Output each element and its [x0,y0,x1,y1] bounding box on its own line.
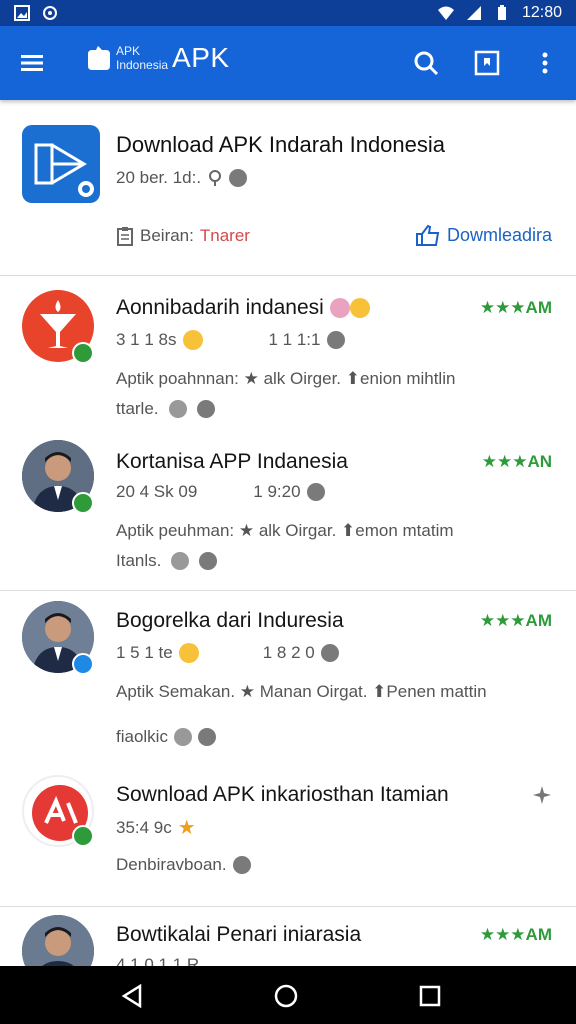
brand-logo[interactable]: APK Indonesia APK [84,42,230,74]
list-item[interactable]: Bogorelka dari Induresia ★★★AM 1 5 1 te … [0,591,576,761]
emoji-smile-icon [178,643,199,663]
menu-icon[interactable] [18,49,46,77]
item-meta: 35:4 9c ★ [116,815,196,840]
apk-logo-icon [88,46,110,70]
verified-badge-icon [72,342,94,364]
emoji-face-icon [329,298,350,319]
info-icon [197,728,216,746]
signal-icon [466,6,481,20]
bookmark-icon[interactable] [472,48,502,78]
item-description-2: fiaolkic [116,727,216,747]
item-title: Bogorelka dari Induresia [116,609,344,632]
home-icon[interactable] [272,982,300,1010]
search-icon[interactable] [411,48,441,78]
avatar [22,915,94,966]
item-meta-left: 3 1 1 8s [116,330,177,349]
item-rating: ★★★AM [479,298,552,317]
desc-line-1: Aptik poahnnan: ★ alk Oirger. ⬆enion mih… [116,369,456,388]
item-rating: ★★★AN [481,452,552,471]
info-icon [199,552,218,570]
desc-line-1: Aptik peuhman: ★ alk Oirgar. ⬆emon mtati… [116,521,454,540]
info-icon [229,169,248,187]
info-icon [320,644,339,662]
info-icon [232,856,251,874]
item-description: Denbiravboan. [116,855,251,875]
item-meta-left: 35:4 9c [116,817,172,837]
item-meta-right: 1 8 2 0 [262,643,315,662]
download-label: Dowmleadira [446,224,552,245]
category-value: Tnarer [199,226,250,245]
emoji-heart-eyes-icon [349,298,370,319]
featured-title: Download APK Indarah Indonesia [116,132,446,157]
list-item[interactable]: Kortanisa APP Indanesia ★★★AN 20 4 Sk 09… [0,434,576,590]
item-meta-right: 1 9:20 [253,482,301,501]
bookmark-small-icon [168,400,187,418]
item-title-text: Aonnibadarih indanesi [116,296,324,319]
app-bar: APK Indonesia APK [0,26,576,100]
status-bar: 12:80 [0,0,576,26]
brand-title: APK [172,42,230,73]
emoji-smile-icon [182,330,203,350]
desc-line-1: Denbiravboan. [116,855,227,874]
desc-line-1: Aptik Semakan. ★ Manan Oirgat. ⬆Penen ma… [116,682,487,701]
item-description: Aptik peuhman: ★ alk Oirgar. ⬆emon mtati… [116,516,556,576]
status-time: 12:80 [521,4,562,21]
item-title: Kortanisa APP Indanesia [116,450,348,473]
item-meta: 4 1 0 1 1 R [116,955,199,966]
image-icon [14,5,30,21]
star-icon: ★ [177,817,196,839]
item-description: Aptik poahnnan: ★ alk Oirger. ⬆enion mih… [116,364,556,424]
featured-category: Beiran: Tnarer [116,226,250,246]
app-list: Download APK Indarah Indonesia 20 ber. 1… [0,100,576,966]
desc-line-2: fiaolkic [116,727,168,746]
item-meta: 20 4 Sk 09 1 9:20 [116,482,325,502]
item-meta-right: 1 1 1:1 [268,330,321,349]
back-icon[interactable] [118,982,146,1010]
brand-small-bottom: Indonesia [116,58,169,72]
verified-badge-icon [72,825,94,847]
featured-meta-text: 20 ber. 1d:. [116,168,202,187]
item-title: Aonnibadarih indanesi [116,296,370,320]
item-meta-left: 20 4 Sk 09 [116,482,198,501]
item-meta-left: 1 5 1 te [116,643,173,662]
brand-small-top: APK [116,44,141,58]
item-meta: 3 1 1 8s 1 1 1:1 [116,330,345,350]
bookmark-small-icon [171,552,190,570]
wifi-icon [437,6,454,20]
list-item[interactable]: Aonnibadarih indanesi ★★★AM 3 1 1 8s 1 1… [0,276,576,434]
item-description: Aptik Semakan. ★ Manan Oirgat. ⬆Penen ma… [116,677,556,707]
more-vertical-icon[interactable] [530,48,560,78]
desc-line-2: Itanls. [116,551,162,570]
desc-line-2: ttarle. [116,399,159,418]
list-item[interactable]: Bowtikalai Penari iniarasia ★★★AM 4 1 0 … [0,907,576,966]
navigation-bar [0,966,576,1024]
item-title: Bowtikalai Penari iniarasia [116,923,362,946]
featured-meta: 20 ber. 1d:. [116,168,248,188]
battery-icon [497,5,506,20]
item-rating: ★★★AM [479,925,552,944]
list-item[interactable]: Sownload APK inkariosthan Itamian 35:4 9… [0,761,576,906]
bookmark-small-icon [173,728,192,746]
featured-app-icon [22,125,100,203]
person-photo-icon [22,915,94,966]
share-icon [34,143,94,197]
verified-badge-icon [72,492,94,514]
verified-badge-icon [72,653,94,675]
item-meta-left: 4 1 0 1 1 R [116,955,200,966]
item-meta: 1 5 1 te 1 8 2 0 [116,643,339,663]
item-rating: ★★★AM [479,611,552,630]
sparkle-icon[interactable] [532,785,552,805]
info-icon [326,331,345,349]
download-button[interactable]: Dowmleadira [415,224,552,246]
info-icon [196,400,215,418]
location-icon [209,170,222,186]
item-title: Sownload APK inkariosthan Itamian [116,783,449,806]
sync-icon [43,6,57,20]
recents-icon[interactable] [416,982,444,1010]
category-label: Beiran: [140,226,194,245]
thumbs-up-icon [415,224,440,246]
featured-card[interactable]: Download APK Indarah Indonesia 20 ber. 1… [0,100,576,276]
info-icon [306,483,325,501]
clipboard-icon [117,227,133,246]
